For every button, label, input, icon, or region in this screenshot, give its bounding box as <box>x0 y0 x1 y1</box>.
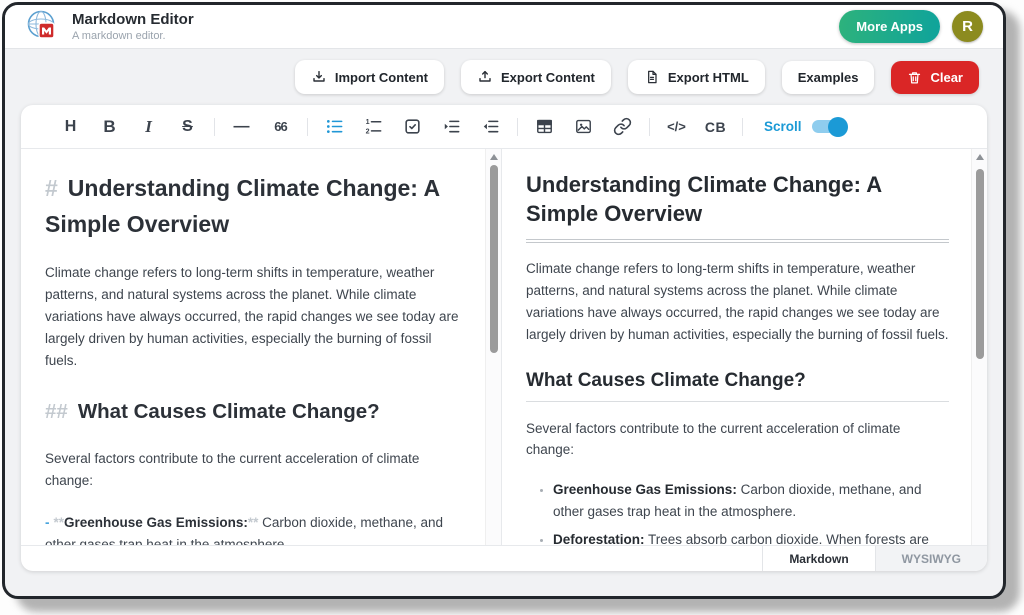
indent-icon <box>442 117 461 136</box>
preview-scrollbar[interactable] <box>971 149 987 545</box>
trash-icon <box>907 70 922 85</box>
preview-heading-2: What Causes Climate Change? <box>526 370 949 402</box>
toolbar-divider <box>649 118 650 136</box>
scroll-up-arrow[interactable] <box>490 154 498 160</box>
table-icon <box>535 117 554 136</box>
list-item-label: Greenhouse Gas Emissions: <box>553 482 737 497</box>
preview-list-item: Deforestation: Trees absorb carbon dioxi… <box>553 529 949 545</box>
more-apps-button[interactable]: More Apps <box>839 10 940 43</box>
scroll-toggle-knob <box>828 117 848 137</box>
import-content-button[interactable]: Import Content <box>295 60 444 94</box>
action-bar: Import Content Export Content Export HTM… <box>5 49 1003 105</box>
clear-label: Clear <box>930 70 963 85</box>
preview-list: Greenhouse Gas Emissions: Carbon dioxide… <box>526 479 949 545</box>
scroll-label: Scroll <box>764 119 802 134</box>
outdent-icon <box>481 117 500 136</box>
toolbar-divider <box>307 118 308 136</box>
formatting-toolbar: H B I S — 66 1 2 <box>21 105 987 149</box>
editor-footer: Markdown WYSIWYG <box>21 545 987 571</box>
toolbar-divider <box>742 118 743 136</box>
unordered-list-icon <box>325 117 344 136</box>
examples-label: Examples <box>798 70 859 85</box>
scrollbar-thumb[interactable] <box>490 165 498 353</box>
toolbar-divider <box>517 118 518 136</box>
horizontal-rule-button[interactable]: — <box>222 112 261 142</box>
ordered-list-button[interactable]: 1 2 <box>354 112 393 142</box>
source-scrollbar[interactable] <box>485 149 501 545</box>
scroll-sync-control: Scroll <box>764 119 846 134</box>
markdown-editor-surface[interactable]: #Understanding Climate Change: A Simple … <box>21 149 485 545</box>
code-block-button[interactable]: CB <box>696 112 735 142</box>
examples-button[interactable]: Examples <box>782 61 875 94</box>
ordered-list-icon: 1 2 <box>364 117 383 136</box>
toolbar-divider <box>214 118 215 136</box>
import-content-label: Import Content <box>335 70 428 85</box>
scroll-up-arrow[interactable] <box>976 154 984 160</box>
task-list-icon <box>403 117 422 136</box>
globe-markdown-icon <box>25 9 61 45</box>
dash-token: - <box>45 515 50 530</box>
bold-token: ** <box>248 515 259 530</box>
image-button[interactable] <box>564 112 603 142</box>
bold-button[interactable]: B <box>90 112 129 142</box>
bold-token: ** <box>54 515 65 530</box>
heading-button[interactable]: H <box>51 112 90 142</box>
unordered-list-button[interactable] <box>315 112 354 142</box>
table-button[interactable] <box>525 112 564 142</box>
source-paragraph-2: Several factors contribute to the curren… <box>45 448 463 492</box>
inline-code-button[interactable]: </> <box>657 112 696 142</box>
preview-list-item: Greenhouse Gas Emissions: Carbon dioxide… <box>553 479 949 522</box>
source-heading-1: #Understanding Climate Change: A Simple … <box>45 171 463 242</box>
svg-text:1: 1 <box>366 118 370 126</box>
h2-text: What Causes Climate Change? <box>78 400 380 423</box>
svg-text:2: 2 <box>366 128 370 136</box>
tab-markdown[interactable]: Markdown <box>762 546 874 571</box>
document-icon <box>644 69 660 85</box>
indent-button[interactable] <box>432 112 471 142</box>
outdent-button[interactable] <box>471 112 510 142</box>
preview-pane: Understanding Climate Change: A Simple O… <box>502 149 987 545</box>
list-item-label: Deforestation: <box>553 532 645 545</box>
export-content-label: Export Content <box>501 70 595 85</box>
editor-card: H B I S — 66 1 2 <box>21 105 987 571</box>
blockquote-button[interactable]: 66 <box>261 112 300 142</box>
h2-marker: ## <box>45 400 68 423</box>
avatar[interactable]: R <box>952 11 983 42</box>
strikethrough-button[interactable]: S <box>168 112 207 142</box>
preview-paragraph-2: Several factors contribute to the curren… <box>526 418 949 462</box>
download-icon <box>311 69 327 85</box>
preview-surface: Understanding Climate Change: A Simple O… <box>502 149 971 545</box>
clear-button[interactable]: Clear <box>891 61 979 94</box>
upload-icon <box>477 69 493 85</box>
header-titles: Markdown Editor A markdown editor. <box>72 11 194 42</box>
source-bullet-line: -**Greenhouse Gas Emissions:** Carbon di… <box>45 512 463 545</box>
source-heading-2: ## What Causes Climate Change? <box>45 398 463 427</box>
image-icon <box>574 117 593 136</box>
h1-text: Understanding Climate Change: A Simple O… <box>45 175 439 237</box>
markdown-source-pane: #Understanding Climate Change: A Simple … <box>21 149 502 545</box>
tab-wysiwyg[interactable]: WYSIWYG <box>875 546 987 571</box>
editor-panes: #Understanding Climate Change: A Simple … <box>21 149 987 545</box>
page-title: Markdown Editor <box>72 11 194 29</box>
source-paragraph-1: Climate change refers to long-term shift… <box>45 262 463 371</box>
export-content-button[interactable]: Export Content <box>461 60 611 94</box>
app-logo[interactable] <box>25 9 61 45</box>
italic-button[interactable]: I <box>129 112 168 142</box>
preview-heading-1: Understanding Climate Change: A Simple O… <box>526 171 949 240</box>
link-button[interactable] <box>603 112 642 142</box>
scrollbar-thumb[interactable] <box>976 169 984 359</box>
task-list-button[interactable] <box>393 112 432 142</box>
app-window: Markdown Editor A markdown editor. More … <box>2 2 1006 599</box>
link-icon <box>613 117 632 136</box>
app-header: Markdown Editor A markdown editor. More … <box>5 5 1003 49</box>
export-html-button[interactable]: Export HTML <box>628 60 765 94</box>
bullet-label: Greenhouse Gas Emissions: <box>64 515 248 530</box>
scroll-toggle[interactable] <box>812 120 846 133</box>
export-html-label: Export HTML <box>668 70 749 85</box>
h1-marker: # <box>45 175 58 201</box>
preview-paragraph-1: Climate change refers to long-term shift… <box>526 258 949 345</box>
page-subtitle: A markdown editor. <box>72 30 194 42</box>
